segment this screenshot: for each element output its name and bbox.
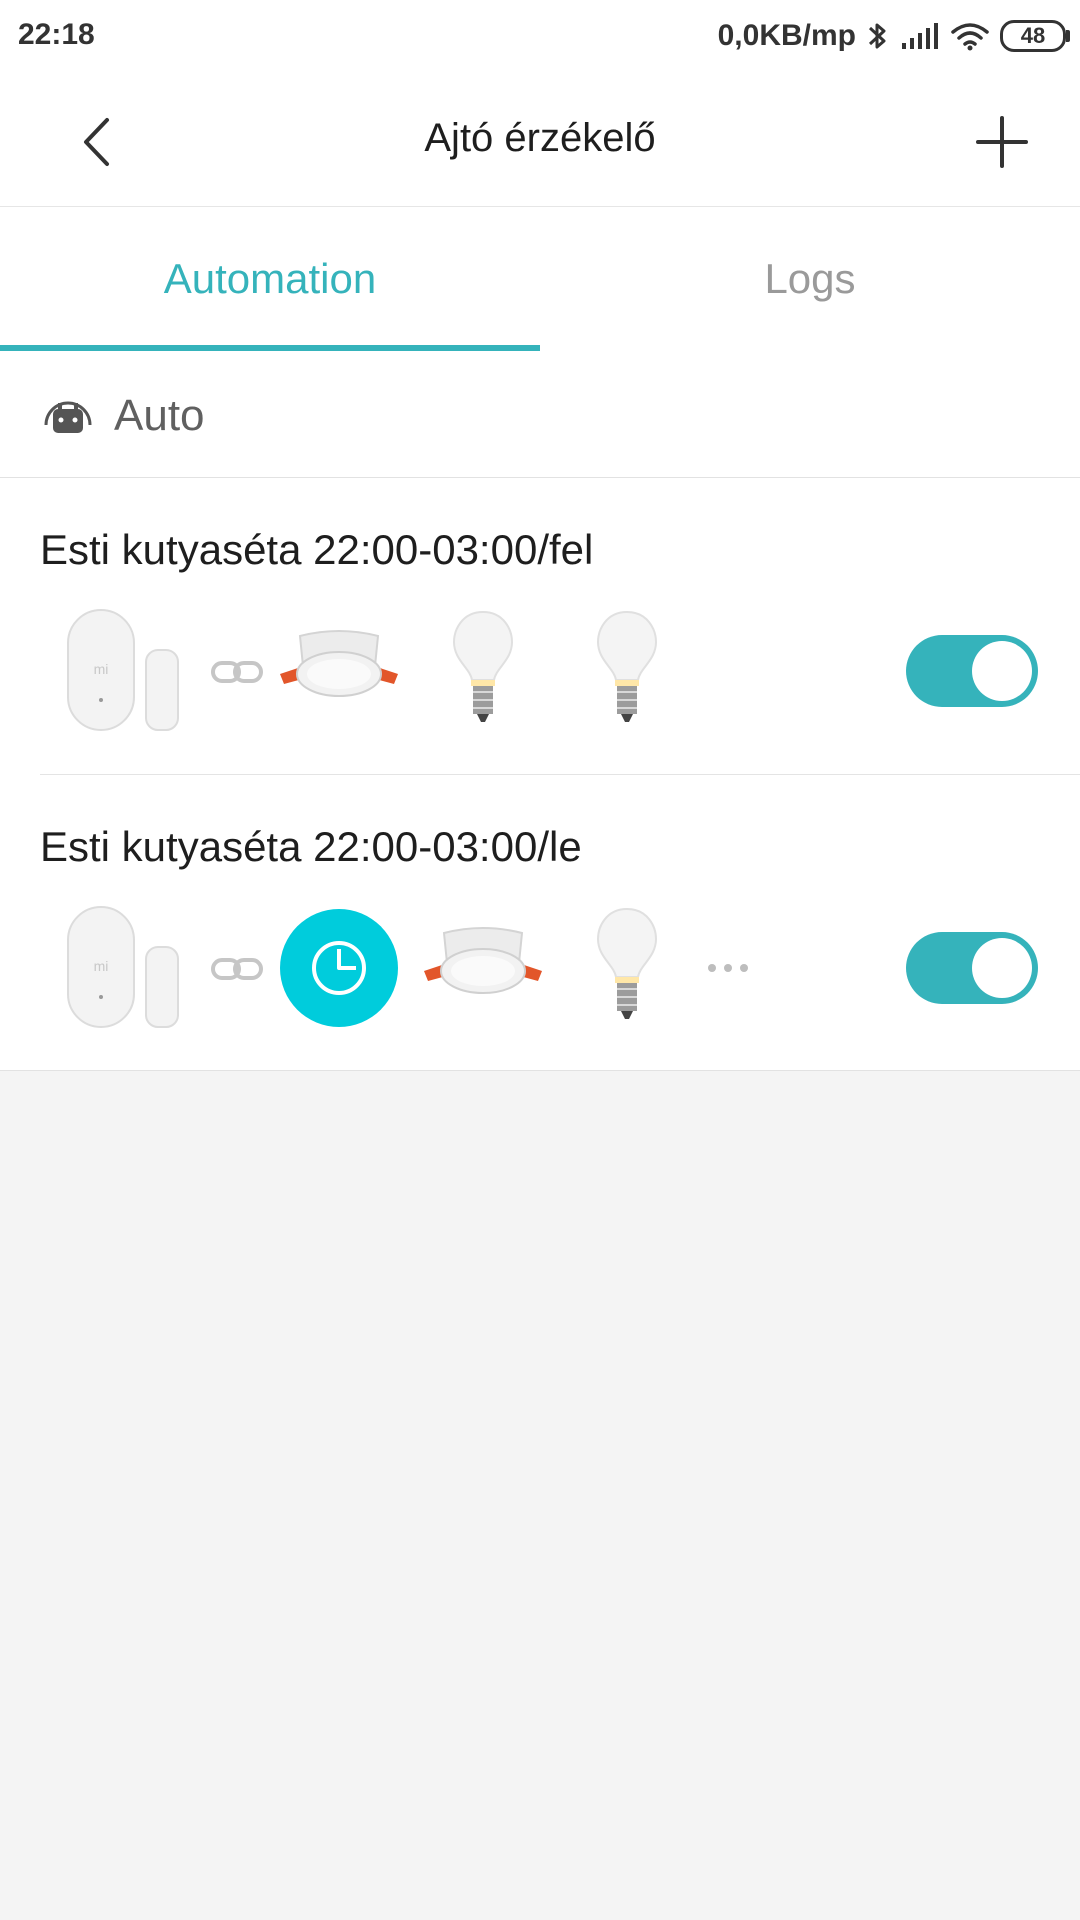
svg-text:mi: mi xyxy=(94,958,109,974)
app-header: Ajtó érzékelő xyxy=(0,72,1080,207)
light-bulb-icon xyxy=(452,610,514,722)
battery-level: 48 xyxy=(1020,23,1046,48)
robot-icon xyxy=(44,401,92,433)
automation-toggle[interactable] xyxy=(906,635,1038,707)
tab-bar: Automation Logs xyxy=(0,207,1080,351)
wifi-icon xyxy=(951,23,989,51)
automation-toggle[interactable] xyxy=(906,932,1038,1004)
automation-title: Esti kutyaséta 22:00-03:00/le xyxy=(40,823,582,870)
door-sensor-icon: mi xyxy=(67,609,179,731)
automation-item[interactable]: Esti kutyaséta 22:00-03:00/fel mi xyxy=(0,478,1080,775)
section-label: Auto xyxy=(114,391,205,440)
more-icon xyxy=(708,964,748,972)
automation-title: Esti kutyaséta 22:00-03:00/fel xyxy=(40,526,594,573)
list-bottom-divider xyxy=(0,1070,1080,1071)
tab-automation[interactable]: Automation xyxy=(0,207,540,351)
link-icon xyxy=(211,958,263,980)
light-bulb-icon xyxy=(596,907,658,1019)
svg-text:mi: mi xyxy=(94,661,109,677)
network-speed: 0,0KB/mp xyxy=(717,19,856,52)
automation-item[interactable]: Esti kutyaséta 22:00-03:00/le mi xyxy=(0,775,1080,1070)
status-time: 22:18 xyxy=(18,18,95,51)
link-icon xyxy=(211,661,263,683)
bluetooth-icon xyxy=(868,23,886,49)
ceiling-light-icon xyxy=(280,630,398,697)
add-icon[interactable] xyxy=(962,102,1042,182)
light-bulb-icon xyxy=(596,610,658,722)
status-icons: 0,0KB/mp 48 xyxy=(717,14,1070,58)
battery-icon: 48 xyxy=(1000,20,1070,52)
door-sensor-icon: mi xyxy=(67,906,179,1028)
ceiling-light-icon xyxy=(424,927,542,994)
status-bar: 22:18 0,0KB/mp 48 xyxy=(0,0,1080,72)
signal-icon xyxy=(902,23,938,49)
toggle-knob xyxy=(972,641,1032,701)
auto-section-header: Auto xyxy=(0,351,1080,478)
timer-icon xyxy=(280,909,398,1027)
toggle-knob xyxy=(972,938,1032,998)
tab-logs[interactable]: Logs xyxy=(540,207,1080,351)
page-title: Ajtó érzékelő xyxy=(424,116,656,160)
